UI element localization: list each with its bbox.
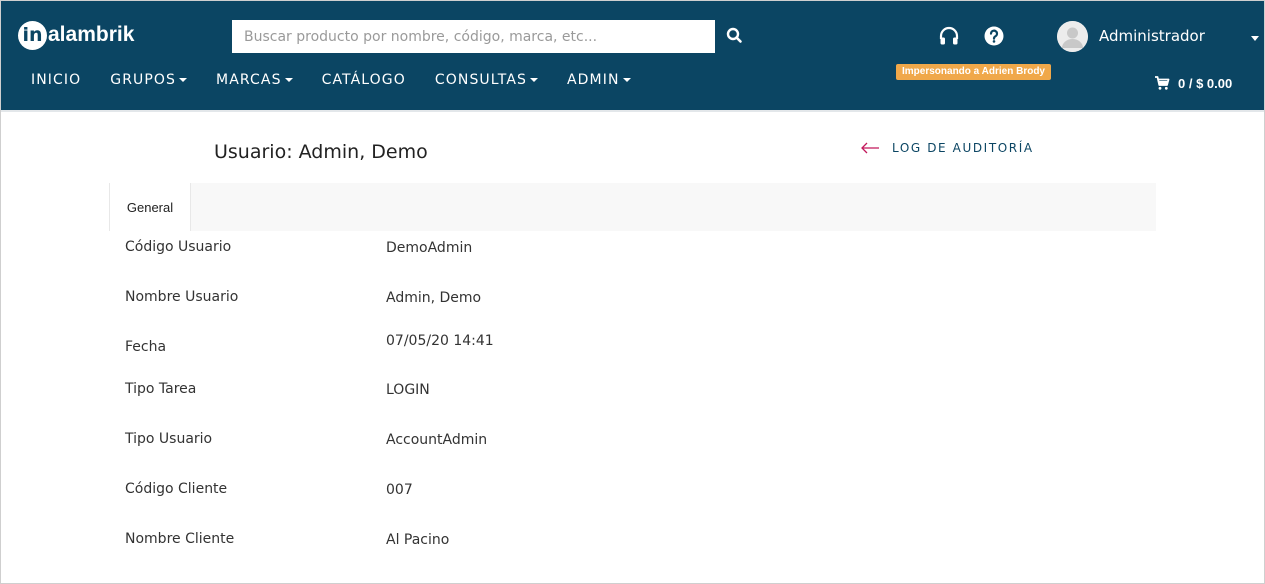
brand-logo[interactable]: in alambrik <box>18 19 134 51</box>
field-label-tipo-tarea: Tipo Tarea <box>125 381 197 397</box>
nav-label: ADMIN <box>566 72 620 88</box>
logo-text: alambrik <box>48 23 135 46</box>
page-title: Usuario: Admin, Demo <box>214 141 428 163</box>
tab-bar: General <box>109 183 1156 231</box>
field-label-tipo-usuario: Tipo Usuario <box>125 431 213 447</box>
main-nav: INICIO GRUPOS MARCAS CATÁLOGO CONSULTAS … <box>31 72 660 88</box>
audit-log-label: LOG DE AUDITORÍA <box>892 141 1034 155</box>
nav-item-admin[interactable]: ADMIN <box>567 72 631 88</box>
cart-icon <box>1155 76 1170 90</box>
nav-item-consultas[interactable]: CONSULTAS <box>435 72 538 88</box>
arrow-left-icon <box>861 142 879 154</box>
user-avatar-icon[interactable] <box>1057 21 1088 52</box>
chevron-down-icon[interactable] <box>1251 36 1259 41</box>
caret-down-icon <box>529 78 538 82</box>
caret-down-icon <box>179 78 188 82</box>
nav-label: CATÁLOGO <box>321 72 406 88</box>
field-label-nombre-cliente: Nombre Cliente <box>125 531 235 547</box>
nav-item-grupos[interactable]: GRUPOS <box>110 72 188 88</box>
header-bar <box>1 1 1264 110</box>
field-value-fecha: 07/05/20 14:41 <box>386 333 494 349</box>
nav-label: INICIO <box>31 72 82 88</box>
cart-summary: 0 / $ 0.00 <box>1178 75 1233 91</box>
impersonation-badge: Impersonando a Adrien Brody <box>896 64 1051 80</box>
search-input[interactable] <box>232 20 715 53</box>
field-value-codigo-usuario: DemoAdmin <box>386 240 473 256</box>
field-value-nombre-usuario: Admin, Demo <box>386 290 482 306</box>
nav-item-catalogo[interactable]: CATÁLOGO <box>322 72 406 88</box>
field-label-codigo-usuario: Código Usuario <box>125 239 232 255</box>
nav-item-inicio[interactable]: INICIO <box>31 72 81 88</box>
logo-mark: in <box>18 20 47 50</box>
field-value-tipo-tarea: LOGIN <box>386 382 430 398</box>
search-icon[interactable] <box>725 26 745 46</box>
field-label-nombre-usuario: Nombre Usuario <box>125 289 239 305</box>
caret-down-icon <box>284 78 293 82</box>
nav-label: GRUPOS <box>110 72 177 88</box>
question-circle-icon[interactable] <box>983 25 1005 47</box>
caret-down-icon <box>622 78 631 82</box>
field-value-nombre-cliente: Al Pacino <box>386 532 450 548</box>
field-label-fecha: Fecha <box>125 339 167 355</box>
tab-general[interactable]: General <box>109 183 191 231</box>
field-value-tipo-usuario: AccountAdmin <box>386 432 488 448</box>
user-menu-name[interactable]: Administrador <box>1099 27 1205 45</box>
cart-button[interactable]: 0 / $ 0.00 <box>1154 75 1232 91</box>
field-value-codigo-cliente: 007 <box>386 482 413 498</box>
audit-log-link[interactable]: LOG DE AUDITORÍA <box>860 141 1034 155</box>
nav-item-marcas[interactable]: MARCAS <box>216 72 293 88</box>
header-divider <box>1 110 1264 112</box>
tab-label: General <box>126 199 174 215</box>
headset-icon[interactable] <box>938 26 960 48</box>
nav-label: MARCAS <box>216 72 282 88</box>
nav-label: CONSULTAS <box>434 72 527 88</box>
field-label-codigo-cliente: Código Cliente <box>125 481 228 497</box>
